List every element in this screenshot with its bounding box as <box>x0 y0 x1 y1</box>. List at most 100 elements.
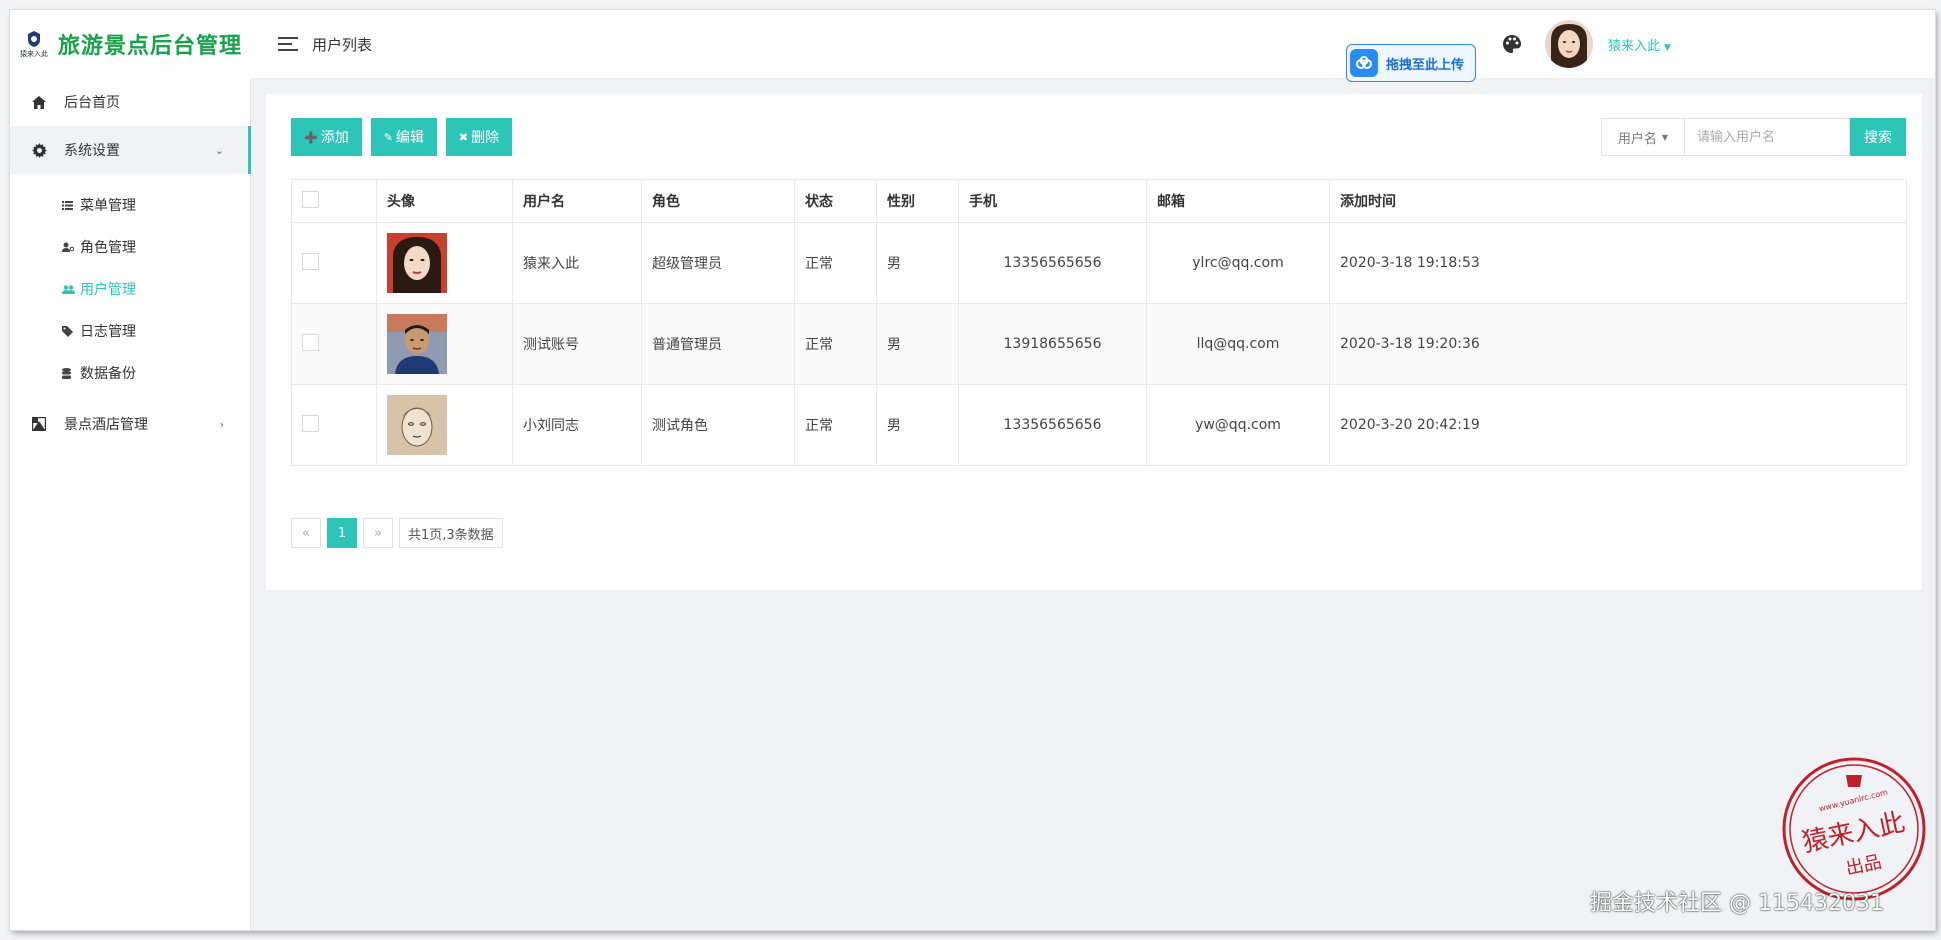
user-menu[interactable]: 猿来入此 ▼ <box>1608 35 1671 54</box>
sidebar-subitem-label: 数据备份 <box>80 366 136 382</box>
sidebar-item-label: 后台首页 <box>64 95 120 111</box>
palette-icon[interactable] <box>1502 34 1522 54</box>
drag-upload-button[interactable]: 拖拽至此上传 <box>1346 44 1476 82</box>
table-header-row: 头像 用户名 角色 状态 性别 手机 邮箱 添加时间 <box>291 179 1907 223</box>
phone-cell: 13356565656 <box>958 222 1147 304</box>
sidebar-subitem-label: 用户管理 <box>80 282 136 298</box>
hotel-icon <box>32 417 50 431</box>
delete-button-label: 删除 <box>471 130 500 146</box>
row-checkbox[interactable] <box>302 333 319 351</box>
add-button-label: 添加 <box>320 130 349 146</box>
search-field-label: 用户名 <box>1617 131 1657 147</box>
list-icon <box>62 200 76 210</box>
sidebar-subitem-label: 菜单管理 <box>80 198 136 214</box>
table-row[interactable]: 小刘同志 测试角色 正常 男 13356565656 yw@qq.com 202… <box>291 384 1907 466</box>
search-field-select[interactable]: 用户名 ▼ <box>1601 118 1684 156</box>
caret-down-icon: ▼ <box>1661 132 1669 142</box>
sidebar-item-data-backup[interactable]: 数据备份 <box>10 352 250 394</box>
table-row[interactable]: 猿来入此 超级管理员 正常 男 13356565656 ylrc@qq.com … <box>291 222 1907 304</box>
prev-page-button[interactable]: « <box>291 518 321 548</box>
cloud-upload-icon <box>1350 49 1378 77</box>
username-cell: 猿来入此 <box>512 222 642 304</box>
users-icon <box>62 284 76 294</box>
pagination: « 1 » 共1页,3条数据 <box>291 518 503 548</box>
chevron-right-icon: › <box>219 417 224 431</box>
gender-cell: 男 <box>876 384 959 466</box>
row-select-cell <box>291 384 377 466</box>
stamp-text: 猿来入此 <box>1800 808 1908 859</box>
pagination-info: 共1页,3条数据 <box>399 518 503 548</box>
avatar <box>387 395 447 455</box>
brand: 猿来入此 旅游景点后台管理 <box>10 10 250 78</box>
sidebar-item-menu-management[interactable]: 菜单管理 <box>10 184 250 226</box>
app-window: 猿来入此 旅游景点后台管理 后台首页 系统设置 ⌄ 菜单管理 角色管理 用户管理… <box>10 10 1935 930</box>
created-time-cell: 2020-3-18 19:20:36 <box>1329 303 1907 385</box>
email-cell: ylrc@qq.com <box>1146 222 1330 304</box>
stamp-subtext: 出品 <box>1844 852 1884 880</box>
sidebar: 猿来入此 旅游景点后台管理 后台首页 系统设置 ⌄ 菜单管理 角色管理 用户管理… <box>10 10 251 930</box>
sidebar-item-label: 系统设置 <box>64 143 120 159</box>
column-header: 添加时间 <box>1329 179 1907 223</box>
status-cell: 正常 <box>794 303 877 385</box>
sidebar-item-home[interactable]: 后台首页 <box>10 78 250 126</box>
search-bar: 用户名 ▼ 搜索 <box>1601 118 1906 156</box>
search-input[interactable] <box>1684 118 1850 156</box>
edit-button-label: 编辑 <box>395 130 424 146</box>
add-user-icon: ➕ <box>304 130 318 144</box>
email-cell: llq@qq.com <box>1146 303 1330 385</box>
logo: 猿来入此 <box>16 26 52 62</box>
username-cell: 小刘同志 <box>512 384 642 466</box>
avatar-cell <box>376 303 513 385</box>
watermark: 掘金技术社区 @ 115432031 <box>1590 891 1884 916</box>
edit-user-icon: ✎ <box>383 130 393 144</box>
menu-toggle-icon[interactable] <box>278 37 298 51</box>
stamp-logo: 猿来入此 出品 www.yuanlrc.com <box>1782 757 1926 901</box>
stamp-url: www.yuanlrc.com <box>1818 788 1889 814</box>
user-name: 猿来入此 <box>1608 39 1661 54</box>
row-checkbox[interactable] <box>302 252 319 270</box>
avatar <box>387 314 447 374</box>
column-header: 用户名 <box>512 179 642 223</box>
sidebar-submenu: 菜单管理 角色管理 用户管理 日志管理 数据备份 <box>10 174 250 400</box>
logo-icon <box>28 30 40 47</box>
home-icon <box>32 95 50 109</box>
column-header: 头像 <box>376 179 513 223</box>
sidebar-item-user-management[interactable]: 用户管理 <box>10 268 250 310</box>
role-cell: 普通管理员 <box>641 303 795 385</box>
gender-cell: 男 <box>876 222 959 304</box>
table-row[interactable]: 测试账号 普通管理员 正常 男 13918655656 llq@qq.com 2… <box>291 303 1907 385</box>
chevron-down-icon: ⌄ <box>214 143 224 157</box>
drag-upload-label: 拖拽至此上传 <box>1386 57 1465 73</box>
remove-user-icon: ✖ <box>458 130 469 144</box>
page-button-current[interactable]: 1 <box>327 518 357 548</box>
status-cell: 正常 <box>794 222 877 304</box>
column-header: 性别 <box>876 179 959 223</box>
add-button[interactable]: ➕ 添加 <box>291 118 362 156</box>
column-header: 角色 <box>641 179 795 223</box>
search-button[interactable]: 搜索 <box>1850 118 1906 156</box>
column-header: 邮箱 <box>1146 179 1330 223</box>
sidebar-subitem-label: 角色管理 <box>80 240 136 256</box>
avatar-cell <box>376 384 513 466</box>
phone-cell: 13918655656 <box>958 303 1147 385</box>
delete-button[interactable]: ✖ 删除 <box>445 118 513 156</box>
sidebar-item-label: 景点酒店管理 <box>64 417 148 433</box>
tag-icon <box>62 325 76 337</box>
username-cell: 测试账号 <box>512 303 642 385</box>
page-title: 用户列表 <box>312 35 373 54</box>
role-cell: 超级管理员 <box>641 222 795 304</box>
select-all-checkbox[interactable] <box>302 190 319 208</box>
edit-button[interactable]: ✎ 编辑 <box>370 118 437 156</box>
brand-title: 旅游景点后台管理 <box>58 34 243 59</box>
sidebar-item-role-management[interactable]: 角色管理 <box>10 226 250 268</box>
sidebar-item-system-settings[interactable]: 系统设置 ⌄ <box>10 126 251 174</box>
created-time-cell: 2020-3-20 20:42:19 <box>1329 384 1907 466</box>
sidebar-item-hotel-management[interactable]: 景点酒店管理 › <box>10 400 250 448</box>
user-avatar[interactable] <box>1545 20 1593 68</box>
next-page-button[interactable]: » <box>363 518 393 548</box>
sidebar-item-log-management[interactable]: 日志管理 <box>10 310 250 352</box>
row-checkbox[interactable] <box>302 414 319 432</box>
select-all-cell <box>291 179 377 223</box>
status-cell: 正常 <box>794 384 877 466</box>
email-cell: yw@qq.com <box>1146 384 1330 466</box>
